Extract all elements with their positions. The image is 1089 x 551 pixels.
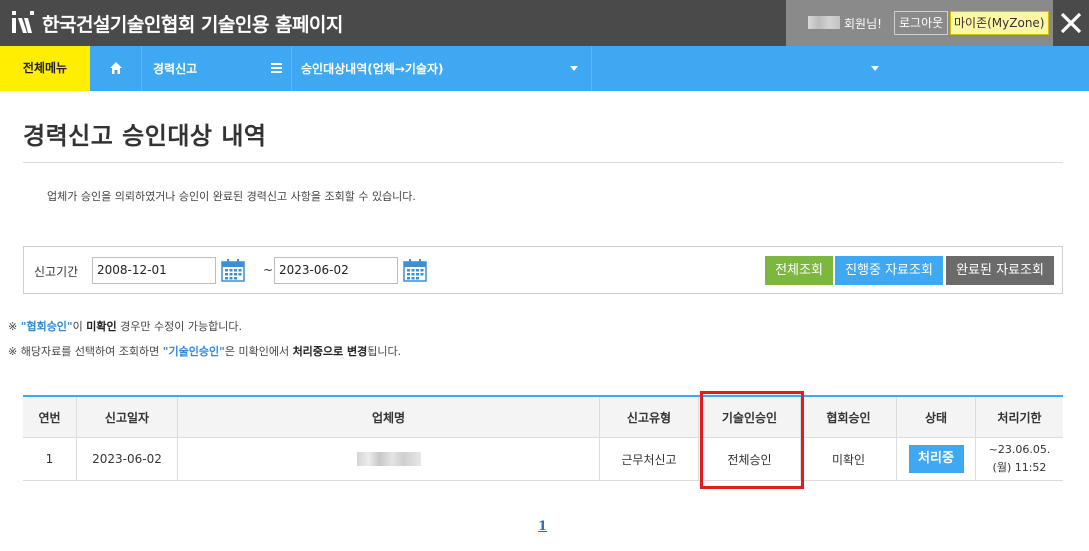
home-button[interactable] (90, 46, 142, 91)
company-name-blurred (356, 452, 421, 466)
home-icon (110, 62, 122, 74)
notice-line-2: ※ 해당자료를 선택하여 조회하면 "기술인승인"은 미확인에서 처리중으로 변… (8, 343, 401, 359)
caret-down-icon (871, 66, 879, 71)
user-area: 회원님! 로그아웃 마이존(MyZone) (786, 0, 1053, 46)
close-icon[interactable] (1057, 8, 1085, 38)
cell-tech-approval: 전체승인 (699, 438, 801, 480)
hamburger-menu-icon[interactable] (271, 63, 282, 73)
header-status: 상태 (897, 397, 976, 437)
page-link-1[interactable]: 1 (538, 519, 547, 534)
header-deadline: 처리기한 (997, 410, 1042, 425)
header-report-date: 신고일자 (77, 397, 178, 437)
notice-term: 미확인 (86, 320, 117, 333)
cell-deadline: ~23.06.05. (월) 11:52 (976, 438, 1063, 480)
calendar-icon[interactable] (221, 259, 245, 282)
notice-line-1: ※ "협회승인"이 미확인 경우만 수정이 가능합니다. (8, 318, 242, 334)
date-range-separator: ~ (263, 263, 274, 277)
search-all-button[interactable]: 전체조회 (765, 256, 833, 285)
notice-term: 처리중으로 변경 (292, 345, 368, 358)
header-no: 연번 (23, 397, 77, 437)
title-divider (23, 162, 1063, 163)
header-company: 업체명 (178, 397, 600, 437)
cell-no: 1 (23, 438, 77, 480)
main-nav: 전체메뉴 경력신고 승인대상내역(업체→기술자) (0, 46, 1089, 91)
notice-text: 이 (72, 320, 83, 333)
caret-down-icon (570, 66, 578, 71)
notice-mark: ※ (8, 320, 18, 333)
cell-report-date: 2023-06-02 (77, 438, 178, 480)
notice-text: 은 미확인에서 (224, 345, 290, 358)
nav-approval-list-label: 승인대상내역(업체→기술자) (301, 62, 444, 76)
search-completed-button[interactable]: 완료된 자료조회 (946, 256, 1054, 285)
cell-assoc-approval: 미확인 (801, 438, 897, 480)
start-date-input[interactable]: 2008-12-01 (92, 257, 216, 284)
nav-career-report[interactable]: 경력신고 (142, 46, 292, 91)
header-assoc-approval: 협회승인 (801, 397, 897, 437)
period-label: 신고기간 (34, 265, 79, 279)
cell-report-type: 근무처신고 (600, 438, 699, 480)
all-menu-button[interactable]: 전체메뉴 (0, 46, 90, 91)
nav-career-report-label: 경력신고 (153, 62, 198, 76)
header-tech-approval: 기술인승인 (699, 397, 801, 437)
user-name-blurred (808, 16, 840, 29)
site-title[interactable]: 한국건설기술인협회 기술인용 홈페이지 (42, 10, 343, 37)
top-header: 한국건설기술인협회 기술인용 홈페이지 회원님! 로그아웃 마이존(MyZone… (0, 0, 1089, 46)
notice-mark: ※ (8, 345, 18, 358)
deadline-time: (월) 11:52 (992, 461, 1047, 474)
notice-term: "협회승인" (20, 320, 73, 333)
status-button[interactable]: 처리중 (908, 445, 964, 473)
notice-text: 경우만 수정이 가능합니다. (120, 320, 242, 333)
search-in-progress-button[interactable]: 진행중 자료조회 (835, 256, 943, 285)
notice-text: 해당자료를 선택하여 조회하면 (20, 345, 160, 358)
notice-term: "기술인승인" (162, 345, 225, 358)
user-greeting: 회원님! (844, 17, 882, 31)
nav-approval-list-dropdown[interactable]: 승인대상내역(업체→기술자) (292, 46, 592, 91)
header-report-type: 신고유형 (600, 397, 699, 437)
cell-status: 처리중 (897, 438, 976, 480)
page-title: 경력신고 승인대상 내역 (23, 122, 267, 150)
table-row[interactable]: 1 2023-06-02 근무처신고 전체승인 미확인 처리중 ~23.06.0… (23, 438, 1063, 481)
nav-sub-dropdown[interactable] (592, 46, 1089, 91)
deadline-text: ~23.06.05. (월) 11:52 (989, 441, 1051, 477)
table-header-row: 연번 신고일자 업체명 신고유형 기술인승인 협회승인 상태 처리기한 (23, 397, 1063, 438)
notice-text: 됩니다. (367, 345, 402, 358)
page-description: 업체가 승인을 의뢰하였거나 승인이 완료된 경력신고 사항을 조회할 수 있습… (47, 190, 416, 203)
logo-icon[interactable] (11, 9, 35, 35)
myzone-button[interactable]: 마이존(MyZone) (950, 11, 1049, 35)
approval-table: 연번 신고일자 업체명 신고유형 기술인승인 협회승인 상태 처리기한 1 20… (23, 395, 1063, 481)
search-panel: 신고기간 2008-12-01 ~ 2023-06-02 전체조회 진행중 자료… (23, 246, 1063, 294)
logout-button[interactable]: 로그아웃 (894, 11, 949, 35)
end-date-input[interactable]: 2023-06-02 (274, 257, 398, 284)
deadline-date: ~23.06.05. (988, 443, 1051, 456)
cell-company[interactable] (178, 438, 600, 480)
calendar-icon[interactable] (403, 259, 427, 282)
